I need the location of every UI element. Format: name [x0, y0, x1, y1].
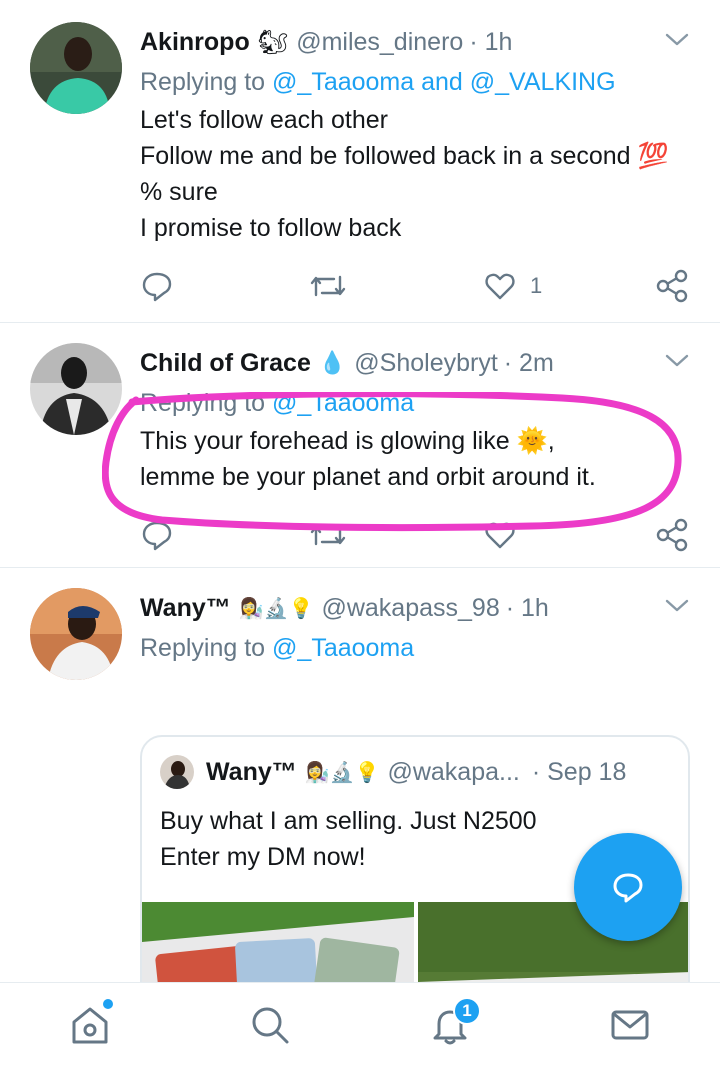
tweet-time: · 2m: [503, 348, 554, 377]
message-bubble-icon: [613, 873, 643, 903]
tweet-actions: 1: [140, 266, 690, 306]
replying-prefix: Replying to: [140, 634, 273, 662]
chevron-down-icon[interactable]: [664, 351, 690, 371]
compose-button[interactable]: [574, 833, 682, 941]
tab-home[interactable]: [45, 983, 135, 1066]
display-name[interactable]: Wany™: [140, 594, 231, 623]
chevron-down-icon[interactable]: [664, 30, 690, 50]
avatar[interactable]: [30, 22, 122, 114]
display-name[interactable]: Akinropo: [140, 28, 250, 57]
tweet-actions: [140, 515, 690, 555]
retweet-icon[interactable]: [308, 269, 348, 303]
name-emoji: 👩‍🔬🔬💡: [238, 597, 314, 620]
like-icon[interactable]: 1: [484, 270, 542, 302]
like-icon[interactable]: [484, 519, 516, 551]
quoted-handle: @wakapa...: [387, 757, 520, 786]
user-handle[interactable]: @wakapass_98: [321, 594, 499, 623]
media-image[interactable]: [142, 902, 414, 982]
tweet-time: · 1h: [469, 27, 513, 56]
user-handle[interactable]: @Sholeybryt: [354, 349, 498, 378]
reply-mentions[interactable]: @_Taaooma: [272, 634, 414, 662]
name-emoji: 💧: [318, 350, 347, 375]
quoted-time: · Sep 18: [531, 757, 627, 786]
tweet[interactable]: Child of Grace 💧 @Sholeybryt · 2m Replyi…: [0, 323, 720, 568]
search-icon: [252, 1007, 289, 1044]
retweet-icon[interactable]: [308, 518, 348, 552]
notification-badge: 1: [453, 997, 481, 1025]
display-name[interactable]: Child of Grace: [140, 349, 311, 378]
quoted-text: Buy what I am selling. Just N2500 Enter …: [160, 807, 537, 871]
user-handle[interactable]: @miles_dinero: [296, 28, 463, 57]
replying-prefix: Replying to: [140, 389, 273, 417]
replying-to: Replying to @_Taaooma and @_VALKING: [140, 62, 680, 102]
avatar[interactable]: [30, 343, 122, 435]
quoted-avatar: [160, 755, 194, 789]
new-content-dot: [103, 999, 113, 1009]
tab-search[interactable]: [225, 983, 315, 1066]
tweet-text: This your forehead is glowing like 🌞, le…: [140, 427, 596, 491]
reply-icon[interactable]: [140, 269, 174, 303]
reply-mentions[interactable]: @_Taaooma: [272, 389, 414, 417]
quoted-name-emoji: 👩‍🔬🔬💡: [304, 761, 380, 784]
tweet-text: Let's follow each other Follow me and be…: [140, 106, 669, 242]
replying-to: Replying to @_Taaooma: [140, 628, 680, 668]
reply-mentions[interactable]: @_Taaooma and @_VALKING: [272, 68, 616, 96]
like-count: 1: [530, 273, 543, 298]
tweet[interactable]: Akinropo 🐿 @miles_dinero · 1h Replying t…: [0, 0, 720, 323]
replying-prefix: Replying to: [140, 68, 273, 96]
share-icon[interactable]: [654, 269, 690, 303]
avatar[interactable]: [30, 588, 122, 680]
tab-notifications[interactable]: 1: [405, 983, 495, 1066]
replying-to: Replying to @_Taaooma: [140, 383, 680, 423]
tweet-time: · 1h: [505, 593, 549, 622]
name-emoji: 🐿: [257, 28, 289, 56]
share-icon[interactable]: [654, 518, 690, 552]
tab-messages[interactable]: [585, 983, 675, 1066]
reply-icon[interactable]: [140, 518, 174, 552]
messages-icon: [611, 1010, 649, 1040]
chevron-down-icon[interactable]: [664, 596, 690, 616]
bottom-tab-bar: 1: [0, 982, 720, 1066]
quoted-display-name: Wany™: [206, 757, 297, 786]
